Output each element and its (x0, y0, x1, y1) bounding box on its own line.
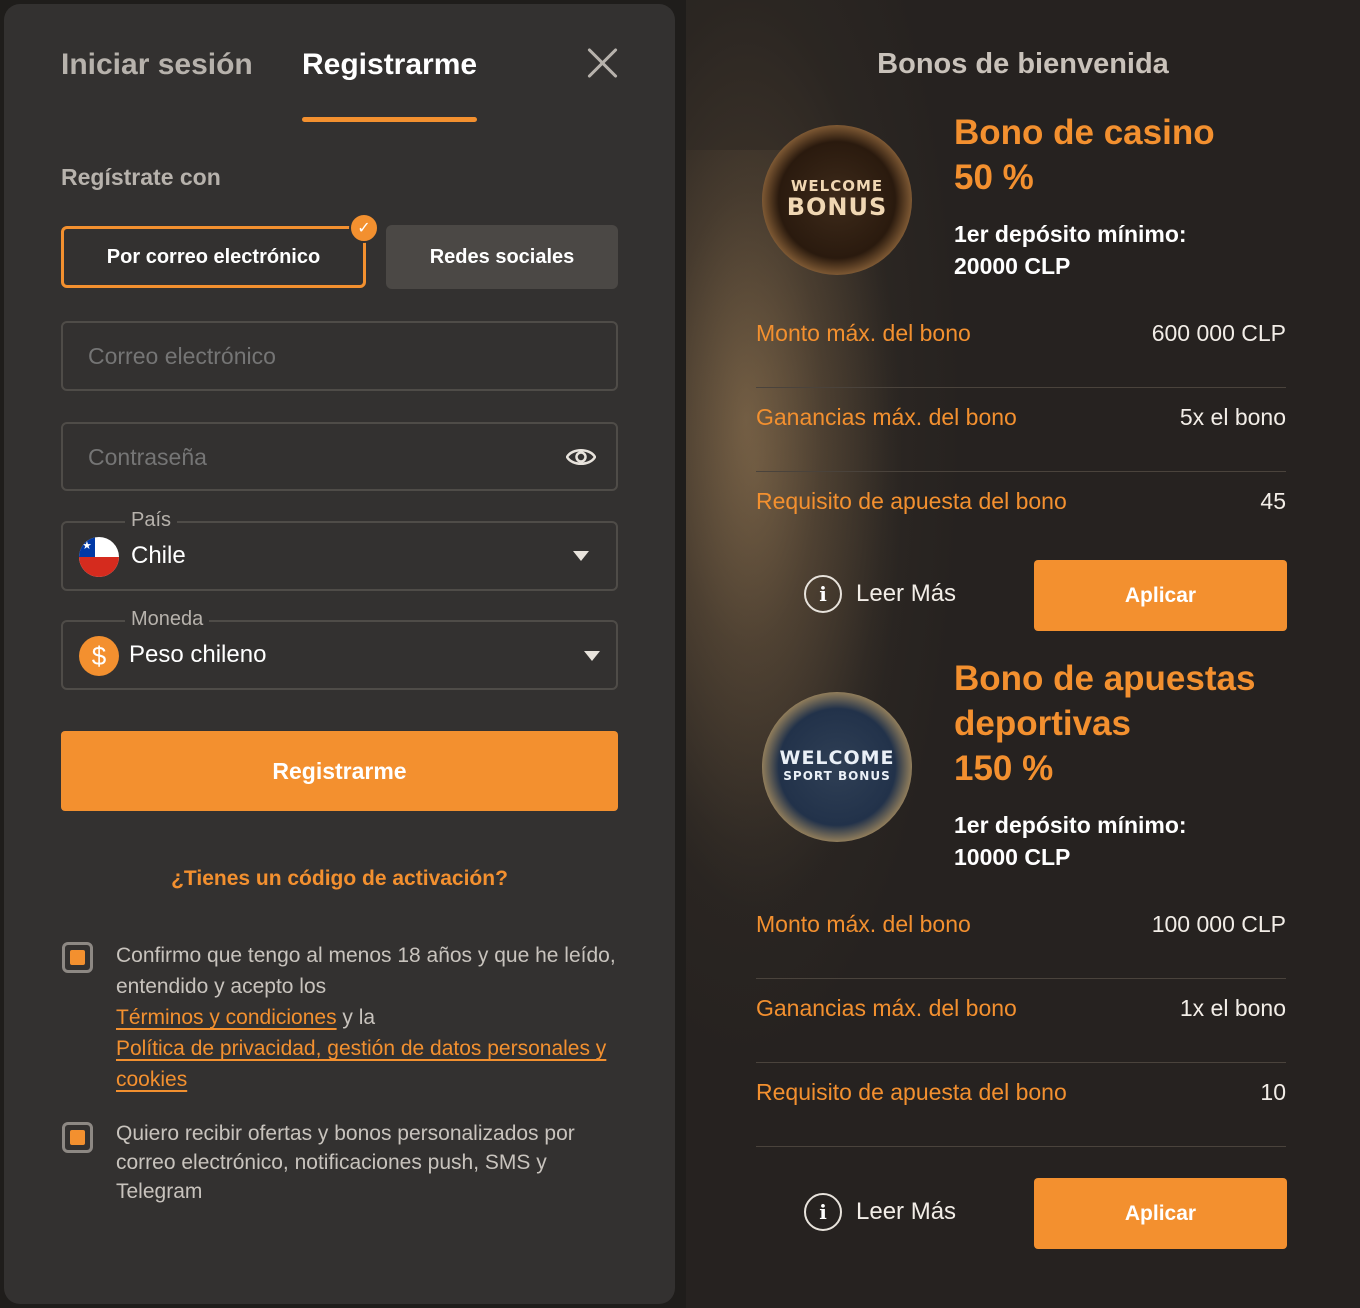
row-value: 45 (1260, 488, 1286, 514)
method-email-label: Por correo electrónico (106, 245, 321, 268)
tab-login[interactable]: Iniciar sesión (61, 48, 253, 82)
bonus-heading: Bonos de bienvenida (877, 48, 1169, 80)
sport-read-more[interactable]: i Leer Más (804, 1193, 956, 1231)
row-value: 10 (1260, 1079, 1286, 1105)
email-input[interactable] (88, 323, 548, 389)
row-key: Ganancias máx. del bono (756, 404, 1017, 430)
password-field[interactable] (61, 422, 618, 491)
active-tab-indicator (302, 117, 477, 122)
row-value: 600 000 CLP (1151, 320, 1286, 346)
auth-panel: Iniciar sesión Registrarme Regístrate co… (4, 4, 675, 1304)
offers-checkbox[interactable] (62, 1122, 93, 1153)
row-value: 5x el bono (1179, 404, 1286, 430)
register-button[interactable]: Registrarme (61, 731, 618, 811)
row-value: 1x el bono (1179, 995, 1286, 1021)
currency-value: Peso chileno (129, 641, 267, 668)
tab-register[interactable]: Registrarme (302, 48, 477, 82)
row-key: Monto máx. del bono (756, 911, 971, 937)
row-key: Monto máx. del bono (756, 320, 971, 346)
chevron-down-icon (584, 651, 600, 661)
chevron-down-icon (573, 551, 589, 561)
casino-row-wager: Requisito de apuesta del bono 45 (756, 472, 1286, 556)
sport-bonus-title: Bono de apuestas deportivas 150 % (954, 656, 1255, 791)
age-terms-checkbox[interactable] (62, 942, 93, 973)
country-value: Chile (131, 542, 186, 569)
casino-min-label: 1er depósito mínimo: (954, 221, 1187, 247)
password-input[interactable] (88, 424, 548, 490)
info-icon: i (804, 1193, 842, 1231)
sport-medal-line2: SPORT BONUS (783, 769, 891, 783)
sport-read-more-label: Leer Más (856, 1198, 957, 1225)
and-text: y la (336, 1006, 376, 1029)
casino-bonus-percent: 50 % (954, 158, 1034, 197)
casino-read-more[interactable]: i Leer Más (804, 575, 956, 613)
casino-bonus-medal: WELCOME BONUS (762, 125, 912, 275)
currency-select[interactable]: Moneda $ Peso chileno (61, 608, 618, 690)
chile-flag-icon: ★ (79, 537, 119, 577)
casino-medal-line2: BONUS (786, 193, 888, 221)
sport-bonus-title-line2: deportivas (954, 704, 1131, 743)
sport-row-max-amount: Monto máx. del bono 100 000 CLP (756, 895, 1286, 979)
sport-min-label: 1er depósito mínimo: (954, 812, 1187, 838)
casino-row-max-winnings: Ganancias máx. del bono 5x el bono (756, 388, 1286, 472)
method-email-button[interactable]: Por correo electrónico ✓ (61, 213, 379, 288)
row-key: Requisito de apuesta del bono (756, 1079, 1067, 1105)
country-select[interactable]: País ★ Chile (61, 509, 618, 591)
row-key: Requisito de apuesta del bono (756, 488, 1067, 514)
casino-min-deposit: 1er depósito mínimo: 20000 CLP (954, 218, 1187, 282)
privacy-link[interactable]: Política de privacidad, gestión de datos… (116, 1037, 606, 1091)
dollar-coin-icon: $ (79, 636, 119, 676)
close-icon[interactable] (584, 45, 620, 81)
page: Iniciar sesión Registrarme Regístrate co… (0, 0, 1360, 1308)
casino-bonus-title: Bono de casino 50 % (954, 110, 1215, 200)
sport-bonus-title-line1: Bono de apuestas (954, 659, 1256, 698)
sport-bonus-medal: WELCOME SPORT BONUS (762, 692, 912, 842)
method-social-label: Redes sociales (429, 245, 575, 268)
terms-link[interactable]: Términos y condiciones (116, 1006, 337, 1029)
offers-text: Quiero recibir ofertas y bonos personali… (116, 1122, 575, 1203)
sport-row-max-winnings: Ganancias máx. del bono 1x el bono (756, 979, 1286, 1063)
casino-bonus-title-line1: Bono de casino (954, 113, 1215, 152)
row-value: 100 000 CLP (1151, 911, 1286, 937)
eye-icon[interactable] (566, 446, 596, 468)
register-with-label: Regístrate con (61, 164, 221, 190)
sport-row-wager: Requisito de apuesta del bono 10 (756, 1063, 1286, 1147)
bonus-panel: Bonos de bienvenida WELCOME BONUS Bono d… (686, 0, 1360, 1308)
row-key: Ganancias máx. del bono (756, 995, 1017, 1021)
sport-min-deposit: 1er depósito mínimo: 10000 CLP (954, 809, 1187, 873)
casino-row-max-amount: Monto máx. del bono 600 000 CLP (756, 304, 1286, 388)
age-terms-text: Confirmo que tengo al menos 18 años y qu… (116, 940, 616, 1095)
casino-min-value: 20000 CLP (954, 253, 1071, 279)
activation-code-link-text[interactable]: ¿Tienes un código de activación? (171, 867, 508, 890)
sport-apply-button[interactable]: Aplicar (1034, 1178, 1287, 1249)
casino-read-more-label: Leer Más (856, 580, 957, 607)
sport-min-value: 10000 CLP (954, 844, 1071, 870)
method-social-button[interactable]: Redes sociales (386, 225, 618, 289)
activation-code-link: ¿Tienes un código de activación? (4, 867, 675, 891)
email-field[interactable] (61, 321, 618, 391)
sport-medal-line1: WELCOME (779, 747, 895, 769)
age-terms-line: Confirmo que tengo al menos 18 años y qu… (116, 944, 616, 998)
info-icon: i (804, 575, 842, 613)
check-icon: ✓ (349, 213, 379, 243)
casino-apply-button[interactable]: Aplicar (1034, 560, 1287, 631)
sport-bonus-percent: 150 % (954, 749, 1054, 788)
